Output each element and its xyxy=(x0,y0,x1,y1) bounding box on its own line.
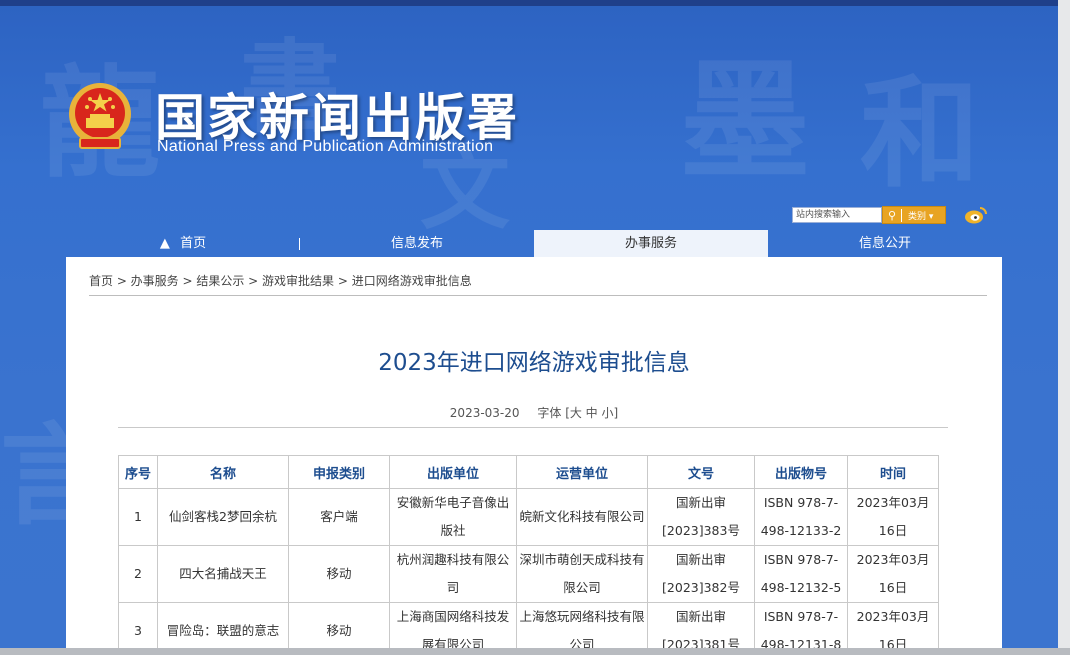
font-size-switch[interactable]: 字体 [大 中 小] xyxy=(537,406,618,420)
weibo-icon[interactable] xyxy=(964,205,988,225)
nav-item-label: 办事服务 xyxy=(624,236,677,251)
background-calligraphy: 和 xyxy=(860,63,980,204)
bottom-bar xyxy=(0,648,1070,655)
cell-operator: 皖新文化科技有限公司 xyxy=(516,488,648,546)
site-search: 站内搜索输入 ⚲ 类别 ▾ xyxy=(792,206,946,224)
table-row: 2 四大名捕战天王 移动 杭州润趣科技有限公司 深圳市萌创天成科技有限公司 国新… xyxy=(118,545,939,603)
main-nav: ▲ 首页 信息发布 办事服务 信息公开 xyxy=(66,230,1002,257)
home-icon: ▲ xyxy=(159,236,170,251)
page-title: 2023年进口网络游戏审批信息 xyxy=(378,350,690,376)
col-header: 运营单位 xyxy=(516,455,648,489)
site-banner: 龍 書 墨 和 言 文 国家新闻出版署 National Press and P… xyxy=(0,6,1058,655)
site-logo-subtitle: National Press and Publication Administr… xyxy=(157,138,494,155)
magnifier-icon[interactable]: ⚲ xyxy=(883,208,902,222)
breadcrumb[interactable]: 首页 > 办事服务 > 结果公示 > 游戏审批结果 > 进口网络游戏审批信息 xyxy=(89,272,472,289)
chevron-down-icon: ▾ xyxy=(928,211,934,222)
col-header: 申报类别 xyxy=(288,455,390,489)
cell-publisher: 杭州润趣科技有限公司 xyxy=(389,545,517,603)
cell-category: 客户端 xyxy=(288,488,390,546)
nav-item-services[interactable]: 办事服务 xyxy=(534,230,768,257)
cell-index: 2 xyxy=(118,545,158,603)
cell-category: 移动 xyxy=(288,545,390,603)
nav-item-home[interactable]: ▲ 首页 xyxy=(66,230,300,257)
cell-name: 仙剑客栈2梦回余杭 xyxy=(157,488,289,546)
cell-name: 四大名捕战天王 xyxy=(157,545,289,603)
cell-approval-number: 国新出审[2023]382号 xyxy=(647,545,755,603)
category-label: 类别 xyxy=(908,211,927,222)
search-input[interactable]: 站内搜索输入 xyxy=(792,207,882,223)
nav-item-label: 首页 xyxy=(180,236,207,251)
col-header: 名称 xyxy=(157,455,289,489)
cell-index: 1 xyxy=(118,488,158,546)
cell-operator: 深圳市萌创天成科技有限公司 xyxy=(516,545,648,603)
cell-date: 2023年03月16日 xyxy=(847,545,939,603)
cell-publisher: 安徽新华电子音像出版社 xyxy=(389,488,517,546)
category-select[interactable]: 类别 ▾ xyxy=(902,209,933,222)
article-meta: 2023-03-20 字体 [大 中 小] xyxy=(66,404,1002,421)
cell-date: 2023年03月16日 xyxy=(847,488,939,546)
nav-item-info-public[interactable]: 信息公开 xyxy=(768,230,1002,257)
divider xyxy=(89,295,987,296)
table-row: 1 仙剑客栈2梦回余杭 客户端 安徽新华电子音像出版社 皖新文化科技有限公司 国… xyxy=(118,488,939,546)
cell-approval-number: 国新出审[2023]383号 xyxy=(647,488,755,546)
cell-isbn: ISBN 978-7-498-12133-2 xyxy=(754,488,848,546)
nav-item-label: 信息发布 xyxy=(390,236,443,251)
window-edge xyxy=(1058,0,1070,655)
publish-date: 2023-03-20 xyxy=(449,406,520,420)
cell-isbn: ISBN 978-7-498-12132-5 xyxy=(754,545,848,603)
col-header: 出版物号 xyxy=(754,455,848,489)
col-header: 时间 xyxy=(847,455,939,489)
col-header: 序号 xyxy=(118,455,158,489)
nav-item-label: 信息公开 xyxy=(858,236,911,251)
article-panel: 首页 > 办事服务 > 结果公示 > 游戏审批结果 > 进口网络游戏审批信息 2… xyxy=(66,257,1002,655)
national-emblem-icon[interactable] xyxy=(66,80,134,152)
search-button[interactable]: ⚲ 类别 ▾ xyxy=(882,206,946,224)
background-calligraphy: 墨 xyxy=(680,44,811,197)
nav-item-info-release[interactable]: 信息发布 xyxy=(300,230,534,257)
table-header-row: 序号 名称 申报类别 出版单位 运营单位 文号 出版物号 时间 xyxy=(118,455,939,489)
approvals-table: 序号 名称 申报类别 出版单位 运营单位 文号 出版物号 时间 1 仙剑客栈2梦… xyxy=(118,455,939,655)
col-header: 出版单位 xyxy=(389,455,517,489)
divider xyxy=(118,427,948,428)
col-header: 文号 xyxy=(647,455,755,489)
